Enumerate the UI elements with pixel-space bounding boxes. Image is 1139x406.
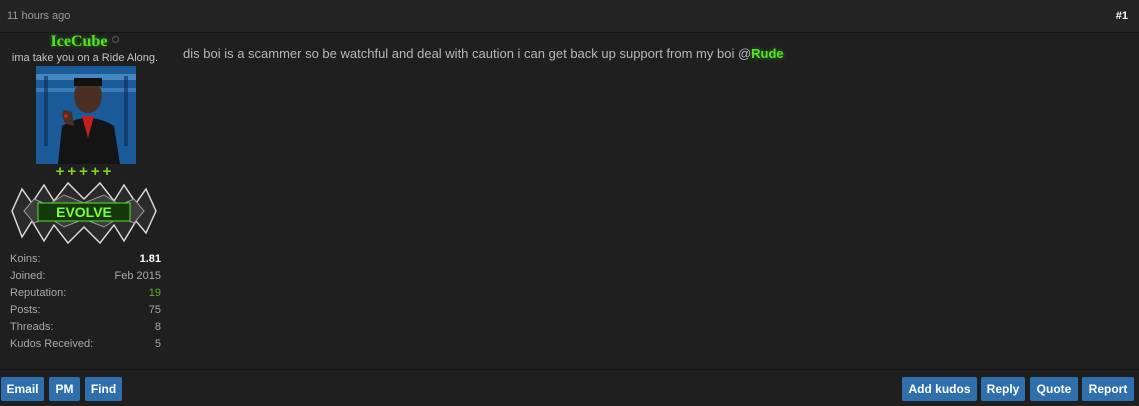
stat-value: 5	[154, 338, 161, 350]
stat-joined: Joined: Feb 2015	[10, 268, 161, 285]
stat-value: 75	[148, 304, 161, 316]
user-avatar[interactable]	[36, 66, 136, 164]
user-mention-link[interactable]: Rude	[751, 46, 784, 61]
stat-label: Threads:	[10, 321, 54, 333]
username-row: IceCube	[0, 33, 170, 51]
quote-button[interactable]: Quote	[1030, 377, 1078, 401]
stat-posts: Posts: 75	[10, 302, 161, 319]
stat-kudos-received: Kudos Received: 5	[10, 336, 161, 353]
evolve-rank-image: EVOLVE	[11, 181, 157, 245]
stat-label: Koins:	[10, 253, 41, 265]
add-kudos-button[interactable]: Add kudos	[902, 377, 977, 401]
reputation-stars: +++++	[55, 163, 115, 180]
rank-badge: EVOLVE	[8, 181, 160, 245]
stat-value: 8	[154, 321, 161, 333]
avatar-image	[36, 66, 136, 164]
stat-value: Feb 2015	[114, 270, 161, 282]
find-button[interactable]: Find	[85, 377, 122, 401]
stat-label: Reputation:	[10, 287, 67, 299]
user-stats: Koins: 1.81 Joined: Feb 2015 Reputation:…	[10, 251, 161, 353]
report-button[interactable]: Report	[1082, 377, 1134, 401]
stat-reputation: Reputation: 19	[10, 285, 161, 302]
offline-status-icon	[112, 36, 120, 43]
post-number-link[interactable]: #1	[1116, 10, 1128, 22]
username-link[interactable]: IceCube	[51, 33, 108, 50]
post-message: dis boi is a scammer so be watchful and …	[183, 46, 784, 61]
post-header: 11 hours ago #1	[0, 0, 1139, 33]
stat-value[interactable]: 19	[149, 285, 161, 302]
stat-koins: Koins: 1.81	[10, 251, 161, 268]
stat-value: 1.81	[139, 253, 161, 265]
user-info-panel: IceCube ima take you on a Ride Along. ++…	[0, 33, 170, 367]
post-timestamp: 11 hours ago	[7, 10, 71, 22]
stat-label: Posts:	[10, 304, 41, 316]
message-text: dis boi is a scammer so be watchful and …	[183, 46, 752, 61]
post-action-bar: Email PM Find Add kudos Reply Quote Repo…	[0, 369, 1139, 406]
stat-label: Kudos Received:	[10, 338, 94, 350]
user-title: ima take you on a Ride Along.	[11, 52, 159, 64]
pm-button[interactable]: PM	[49, 377, 80, 401]
rank-badge-text: EVOLVE	[56, 204, 112, 220]
stat-threads: Threads: 8	[10, 319, 161, 336]
reply-button[interactable]: Reply	[981, 377, 1025, 401]
email-button[interactable]: Email	[1, 377, 44, 401]
stat-label: Joined:	[10, 270, 46, 282]
